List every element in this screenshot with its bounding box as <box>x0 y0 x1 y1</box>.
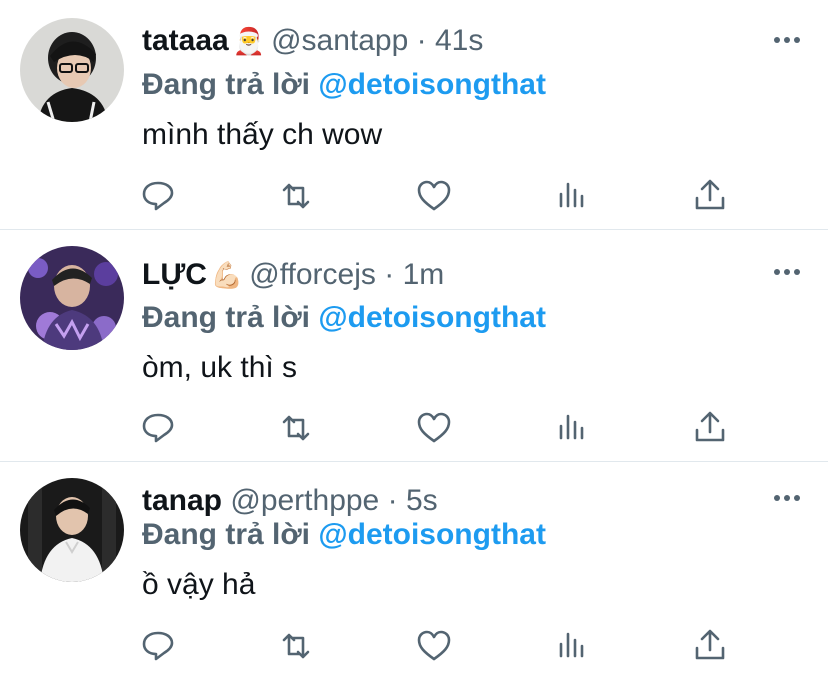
mention-link[interactable]: @detoisongthat <box>318 301 546 334</box>
tweet-text: òm, uk thì s <box>142 351 298 384</box>
like-icon[interactable] <box>414 626 454 666</box>
mention-link[interactable]: @detoisongthat <box>318 518 546 551</box>
flexed-biceps-emoji-icon: 💪🏻 <box>210 260 244 290</box>
tweet[interactable]: tanap @perthppe · 5s Đang trả lời @detoi… <box>0 462 828 676</box>
avatar[interactable] <box>20 478 124 582</box>
more-icon[interactable] <box>770 488 804 508</box>
tweet-text: mình thấy ch wow <box>142 118 383 151</box>
retweet-icon[interactable] <box>276 408 316 448</box>
tweet-actions <box>138 408 738 448</box>
display-name[interactable]: tataaa <box>142 24 229 57</box>
retweet-icon[interactable] <box>276 176 316 216</box>
reply-icon[interactable] <box>138 176 178 216</box>
tweet-header: LỰC 💪🏻 @fforcejs · 1m <box>142 258 444 292</box>
separator: · <box>384 258 395 291</box>
mention-link[interactable]: @detoisongthat <box>318 68 546 101</box>
display-name[interactable]: tanap <box>142 484 222 517</box>
share-icon[interactable] <box>690 408 730 448</box>
avatar[interactable] <box>20 246 124 350</box>
tweet-text: ồ vậy hả <box>142 568 256 601</box>
like-icon[interactable] <box>414 408 454 448</box>
timestamp[interactable]: 1m <box>403 258 445 291</box>
avatar[interactable] <box>20 18 124 122</box>
replying-to: Đang trả lời @detoisongthat <box>142 68 546 102</box>
more-icon[interactable] <box>770 262 804 282</box>
reply-icon[interactable] <box>138 626 178 666</box>
handle[interactable]: @santapp <box>271 24 408 57</box>
share-icon[interactable] <box>690 176 730 216</box>
replying-to: Đang trả lời @detoisongthat <box>142 518 546 552</box>
replying-to: Đang trả lời @detoisongthat <box>142 301 546 335</box>
analytics-icon[interactable] <box>552 408 592 448</box>
like-icon[interactable] <box>414 176 454 216</box>
santa-emoji-icon: 🎅 <box>232 26 266 56</box>
more-icon[interactable] <box>770 30 804 50</box>
handle[interactable]: @fforcejs <box>249 258 376 291</box>
share-icon[interactable] <box>690 626 730 666</box>
separator: · <box>416 24 427 57</box>
tweet-actions <box>138 176 738 216</box>
reply-icon[interactable] <box>138 408 178 448</box>
replying-prefix: Đang trả lời <box>142 518 311 551</box>
separator: · <box>387 484 398 517</box>
replying-prefix: Đang trả lời <box>142 301 311 334</box>
tweet[interactable]: LỰC 💪🏻 @fforcejs · 1m Đang trả lời @detois… <box>0 230 828 460</box>
timestamp[interactable]: 5s <box>406 484 438 517</box>
tweet-header: tanap @perthppe · 5s <box>142 484 438 518</box>
analytics-icon[interactable] <box>552 176 592 216</box>
display-name[interactable]: LỰC <box>142 258 207 291</box>
tweet-header: tataaa 🎅 @santapp · 41s <box>142 24 483 58</box>
analytics-icon[interactable] <box>552 626 592 666</box>
tweet-actions <box>138 626 738 666</box>
timestamp[interactable]: 41s <box>435 24 483 57</box>
handle[interactable]: @perthppe <box>230 484 379 517</box>
retweet-icon[interactable] <box>276 626 316 666</box>
replying-prefix: Đang trả lời <box>142 68 311 101</box>
tweet[interactable]: tataaa 🎅 @santapp · 41s Đang trả lời @deto… <box>0 0 828 229</box>
